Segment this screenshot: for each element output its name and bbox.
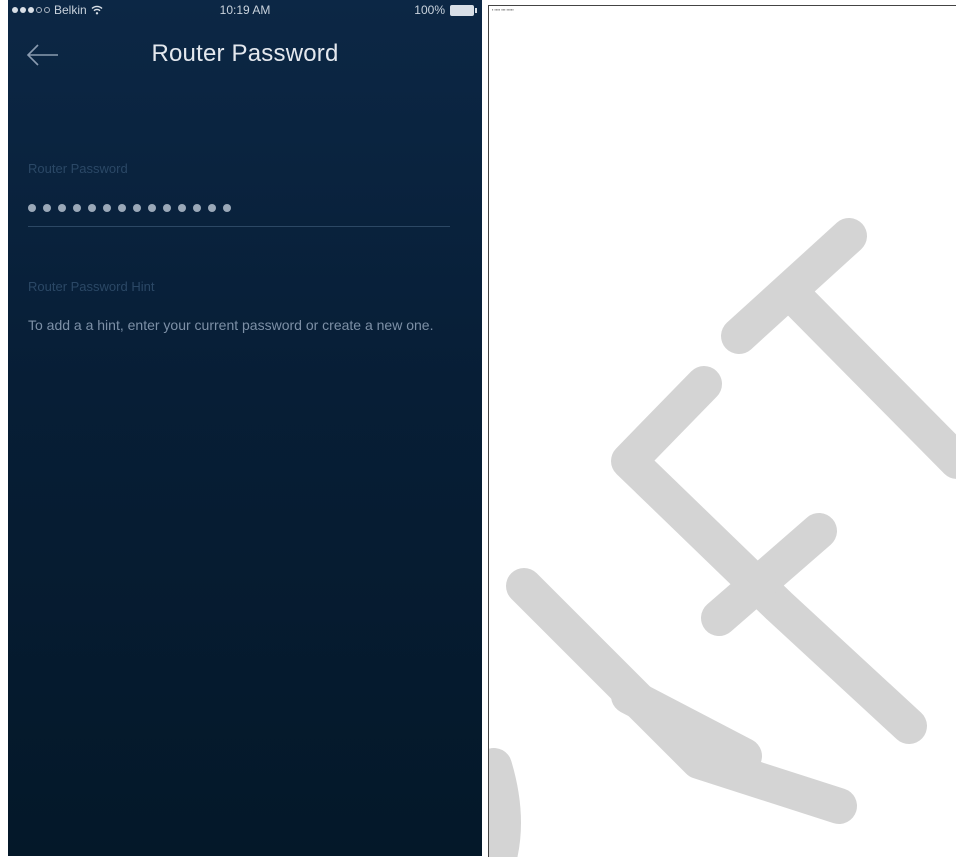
router-password-input[interactable] [28,196,448,220]
password-mask-dot [208,204,216,212]
password-mask-dot [223,204,231,212]
password-mask-dot [178,204,186,212]
password-mask-dot [193,204,201,212]
password-mask-dot [118,204,126,212]
battery-icon [450,4,477,16]
phone-screen: Belkin 10:19 AM 100% Router Password Rou… [8,0,482,856]
battery-percent: 100% [414,3,445,17]
password-underline [28,226,450,227]
password-mask-dot [88,204,96,212]
password-mask-dot [28,204,36,212]
page-title: Router Password [151,40,339,67]
password-mask-dot [148,204,156,212]
password-mask-dot [73,204,81,212]
password-mask-dot [58,204,66,212]
draft-watermark [489,218,956,857]
password-mask-dot [133,204,141,212]
status-time: 10:19 AM [219,3,271,17]
password-mask-dot [103,204,111,212]
router-password-hint-label: Router Password Hint [28,279,155,294]
password-mask-dot [163,204,171,212]
password-mask-dot [43,204,51,212]
router-password-label: Router Password [28,161,128,176]
draft-page: ▪ ▪▪▪▪ ▪▪▪ ▪▪▪▪▪ [488,5,956,857]
router-password-hint-text: To add a a hint, enter your current pass… [28,317,434,333]
status-bar: Belkin 10:19 AM 100% [8,0,482,20]
status-right: 100% [414,3,477,17]
